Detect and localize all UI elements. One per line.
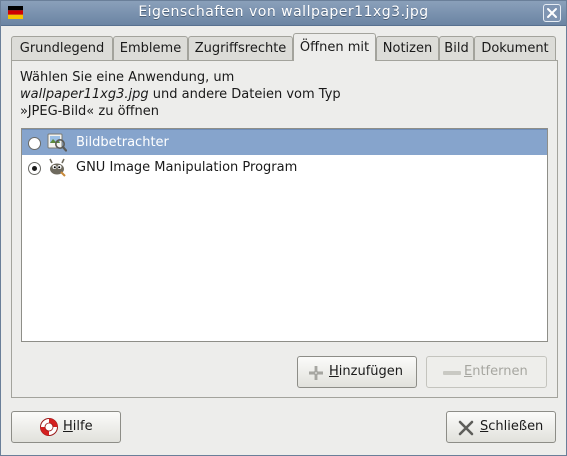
tab-grundlegend[interactable]: Grundlegend [11, 36, 113, 60]
lifebuoy-icon [40, 418, 58, 436]
plus-icon [309, 366, 323, 380]
remove-rest: ntfernen [472, 364, 528, 379]
open-with-panel: Wählen Sie eine Anwendung, um wallpaper1… [11, 60, 558, 398]
remove-button[interactable]: Entfernen [426, 356, 547, 388]
list-item-bildbetrachter[interactable]: Bildbetrachter [22, 129, 547, 155]
instruction-line-2: wallpaper11xg3.jpg und andere Dateien vo… [20, 86, 341, 103]
instruction-filename: wallpaper11xg3.jpg [20, 87, 149, 102]
help-button[interactable]: Hilfe [11, 411, 121, 443]
instruction-text: Wählen Sie eine Anwendung, um wallpaper1… [20, 69, 341, 120]
add-button-label: Hinzufügen [329, 364, 403, 379]
list-item-gimp[interactable]: GNU Image Manipulation Program [22, 155, 547, 181]
add-button[interactable]: Hinzufügen [297, 356, 417, 388]
instruction-line-3: »JPEG-Bild« zu öffnen [20, 104, 159, 119]
titlebar[interactable]: Eigenschaften von wallpaper11xg3.jpg [1, 1, 566, 26]
tab-bild[interactable]: Bild [439, 36, 474, 60]
default-radio-gimp[interactable] [28, 162, 41, 175]
close-button-label: Schließen [480, 419, 543, 434]
image-viewer-icon [47, 133, 67, 152]
application-list[interactable]: Bildbetrachter GNU Image Manipulation Pr… [21, 128, 548, 342]
tab-embleme[interactable]: Embleme [113, 36, 188, 60]
instruction-line-2-rest: und andere Dateien vom Typ [148, 87, 341, 102]
remove-accel: E [464, 364, 473, 379]
titlebar-close-button[interactable] [543, 4, 561, 22]
add-accel: H [329, 364, 339, 379]
help-accel: H [63, 419, 73, 434]
tab-zugriffsrechte[interactable]: Zugriffsrechte [188, 36, 293, 60]
app-name: Bildbetrachter [76, 135, 169, 150]
default-radio-bildbetrachter[interactable] [28, 137, 41, 150]
app-name: GNU Image Manipulation Program [76, 160, 298, 175]
window-title: Eigenschaften von wallpaper11xg3.jpg [138, 4, 429, 20]
close-icon [547, 8, 557, 18]
help-button-label: Hilfe [63, 419, 93, 434]
add-rest: inzufügen [338, 364, 404, 379]
close-x-icon [458, 420, 474, 436]
minus-icon [443, 371, 461, 375]
tab-dokument[interactable]: Dokument [474, 36, 556, 60]
close-button[interactable]: Schließen [446, 411, 556, 443]
help-rest: ilfe [72, 419, 93, 434]
tab-oeffnen-mit[interactable]: Öffnen mit [293, 33, 376, 61]
close-rest: chließen [488, 419, 544, 434]
tab-notizen[interactable]: Notizen [376, 36, 439, 60]
gimp-icon [49, 158, 66, 177]
instruction-line-1: Wählen Sie eine Anwendung, um [20, 70, 235, 85]
properties-window: Eigenschaften von wallpaper11xg3.jpg Gru… [0, 0, 567, 456]
radio-dot [32, 166, 37, 171]
remove-button-label: Entfernen [464, 364, 528, 379]
